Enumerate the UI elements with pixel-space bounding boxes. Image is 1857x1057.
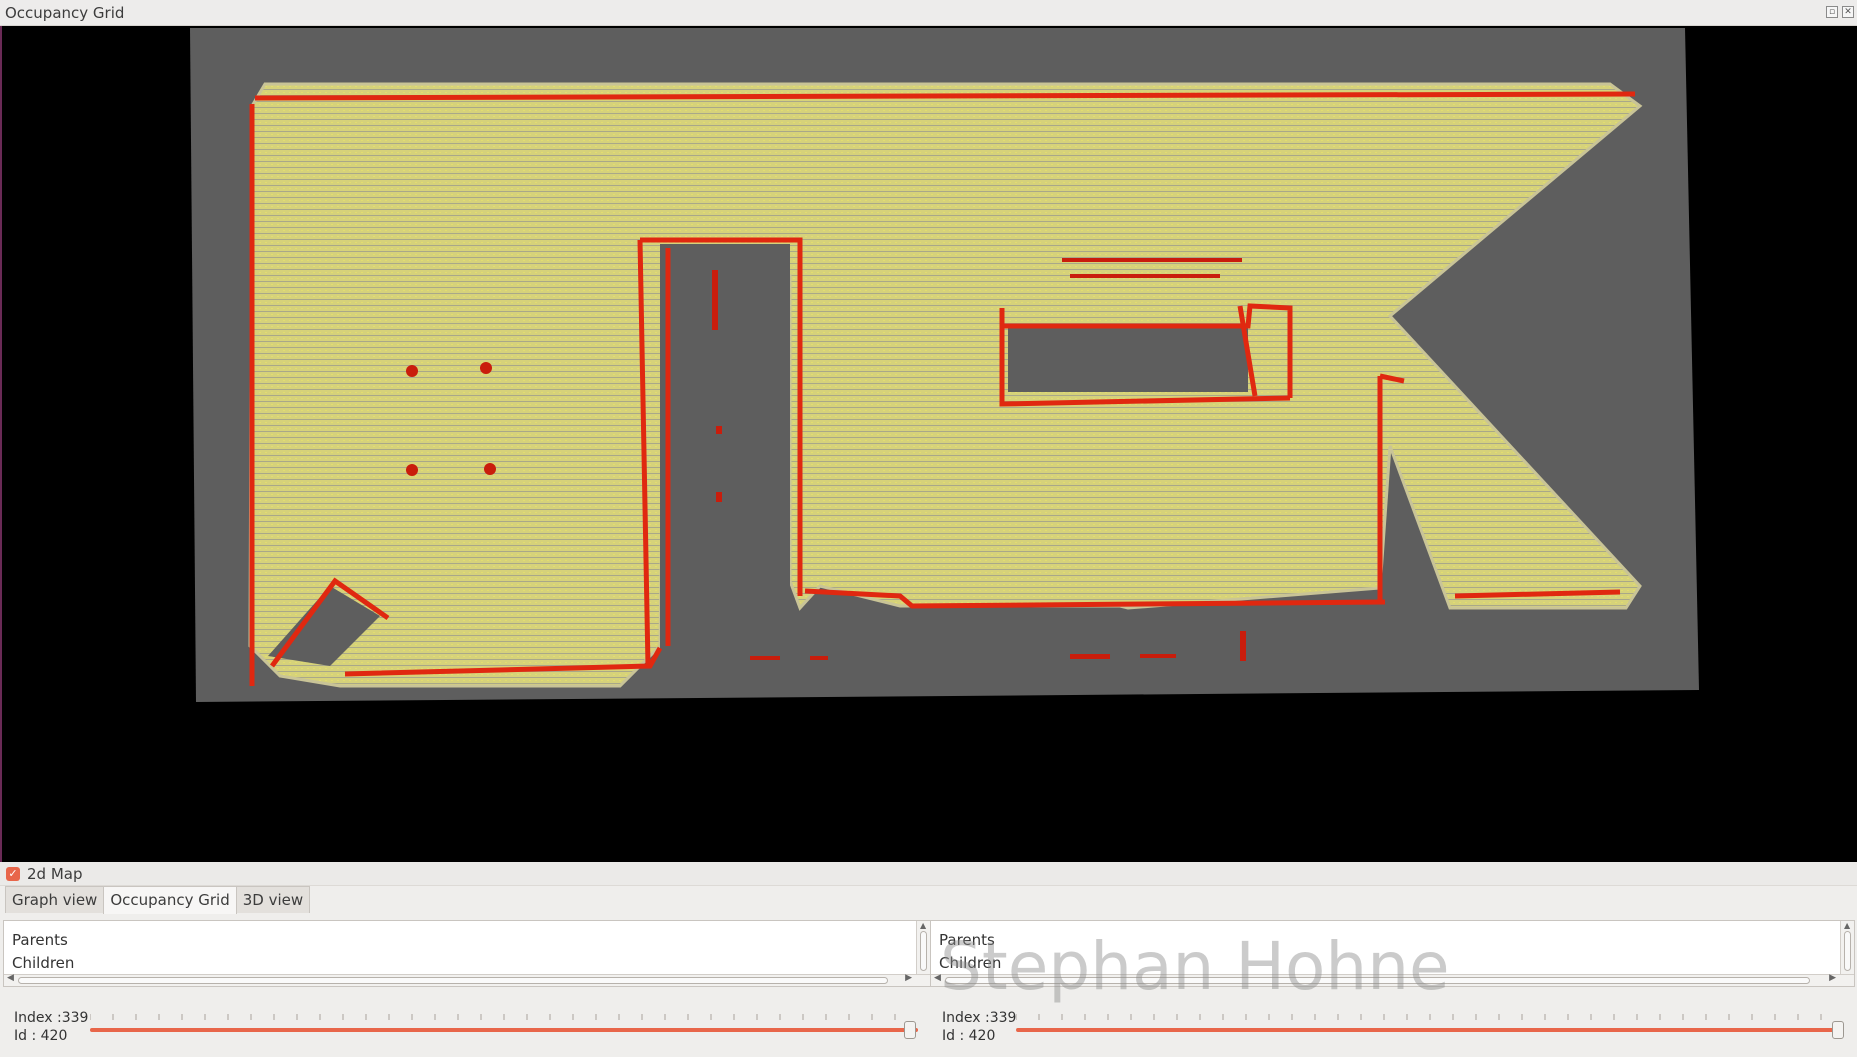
tab-graph-view[interactable]: Graph view <box>5 886 105 913</box>
scroll-thumb[interactable] <box>945 977 1810 984</box>
parents-label: Parents <box>939 931 995 949</box>
slider-ticks <box>1016 1014 1822 1020</box>
node-info-panel-left[interactable]: Parents Children Weight 10 ▲ ▼ ◀ ▶ <box>3 920 931 987</box>
scroll-up-icon[interactable]: ▲ <box>1844 921 1850 930</box>
window-edge <box>0 26 2 862</box>
horizontal-scrollbar[interactable]: ◀ ▶ <box>4 973 930 986</box>
node-info-panel-right[interactable]: Parents Children Weight 10 ▲ ▼ ◀ ▶ <box>930 920 1855 987</box>
app-window: Occupancy Grid ▫ ✕ ✓ 2d Map Graph view O… <box>0 0 1857 1057</box>
scroll-right-icon[interactable]: ▶ <box>1829 973 1836 983</box>
children-label: Children <box>12 954 75 972</box>
scroll-right-icon[interactable]: ▶ <box>905 973 912 983</box>
title-bar: Occupancy Grid ▫ ✕ <box>0 0 1857 26</box>
id-label: Id : 420 <box>942 1028 996 1044</box>
dock-visibility-checkbox[interactable]: ✓ <box>6 867 20 881</box>
index-label: Index :339 <box>14 1010 89 1026</box>
scroll-up-icon[interactable]: ▲ <box>920 921 926 930</box>
scroll-thumb[interactable] <box>920 931 927 971</box>
id-label: Id : 420 <box>14 1028 68 1044</box>
tab-occupancy-grid[interactable]: Occupancy Grid <box>103 886 237 914</box>
children-label: Children <box>939 954 1002 972</box>
slider-track[interactable] <box>1016 1028 1844 1032</box>
window-title: Occupancy Grid <box>5 4 125 22</box>
dock-header: ✓ 2d Map <box>0 862 1857 886</box>
node-slider-left: Index :339 Id : 420 <box>14 1010 919 1050</box>
map-canvas <box>0 26 1857 862</box>
slider-ticks <box>90 1014 896 1020</box>
slider-track[interactable] <box>90 1028 918 1032</box>
dock-title: 2d Map <box>27 865 83 883</box>
scroll-thumb[interactable] <box>18 977 888 984</box>
tab-3d-view[interactable]: 3D view <box>235 886 311 913</box>
parents-label: Parents <box>12 931 68 949</box>
corridor-gap <box>660 244 790 684</box>
close-button[interactable]: ✕ <box>1842 6 1854 18</box>
node-slider-right: Index :339 Id : 420 <box>942 1010 1847 1050</box>
occupancy-grid-map[interactable] <box>0 26 1857 862</box>
slider-handle[interactable] <box>1832 1021 1844 1039</box>
slider-handle[interactable] <box>904 1021 916 1039</box>
interior-room <box>1008 326 1248 392</box>
view-tabs: Graph view Occupancy Grid 3D view <box>5 886 311 914</box>
scroll-left-icon[interactable]: ◀ <box>934 973 941 983</box>
index-label: Index :339 <box>942 1010 1017 1026</box>
float-button[interactable]: ▫ <box>1826 6 1838 18</box>
scroll-thumb[interactable] <box>1844 931 1851 971</box>
scroll-left-icon[interactable]: ◀ <box>7 973 14 983</box>
horizontal-scrollbar[interactable]: ◀ ▶ <box>931 973 1854 986</box>
